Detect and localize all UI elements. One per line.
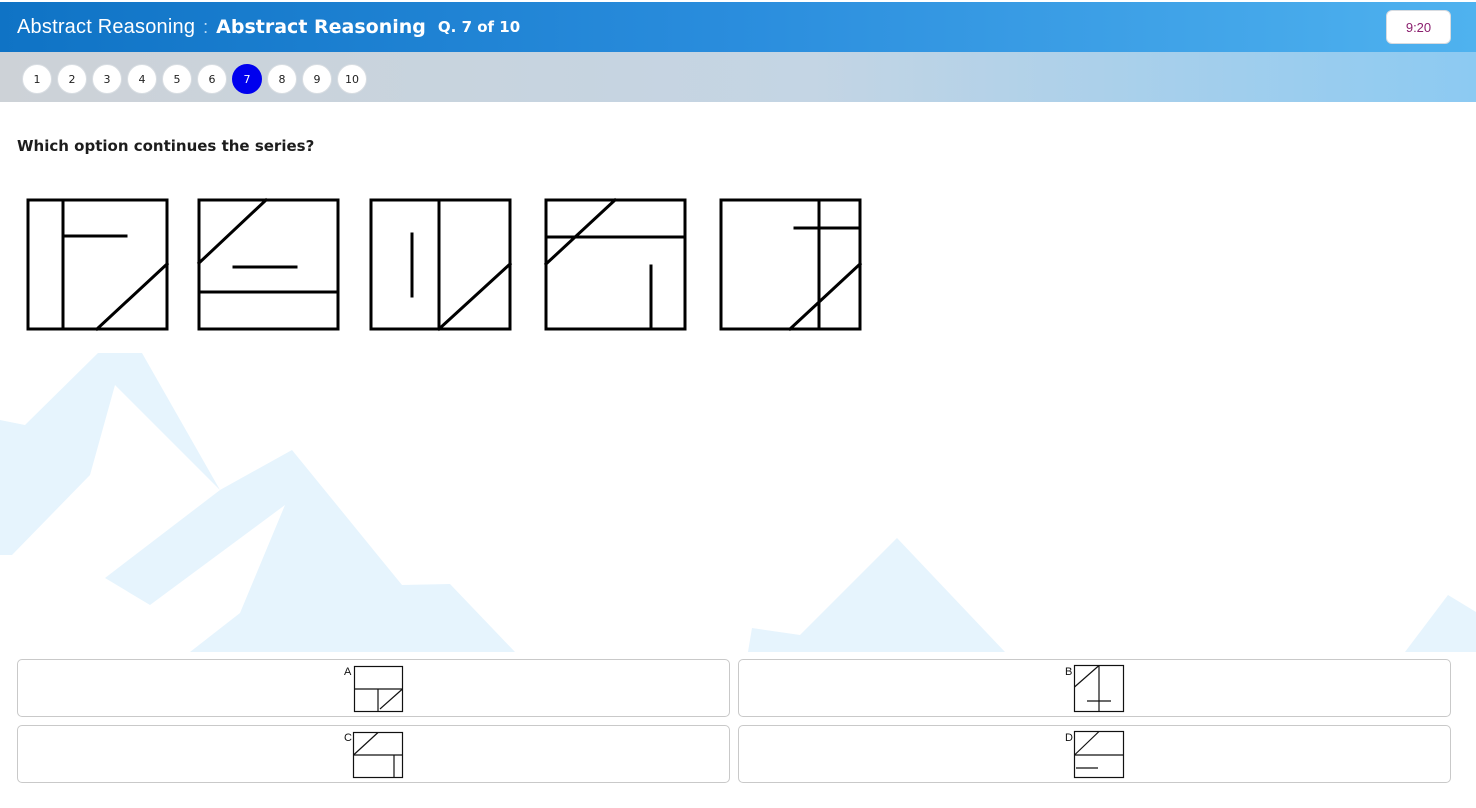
series-figure-3 [369, 198, 513, 332]
option-c-letter: C [344, 732, 352, 744]
question-nav-button-9[interactable]: 9 [302, 64, 332, 94]
series-figure-2 [196, 197, 340, 331]
page-title: Abstract Reasoning [216, 16, 426, 38]
option-d-button[interactable]: D [738, 725, 1451, 783]
series-figures [26, 197, 863, 332]
option-d-figure [1073, 730, 1125, 779]
title-separator: : [203, 16, 209, 37]
question-nav-button-10[interactable]: 10 [337, 64, 367, 94]
question-nav-button-8[interactable]: 8 [267, 64, 297, 94]
question-nav-button-4[interactable]: 4 [127, 64, 157, 94]
option-b-button[interactable]: B [738, 659, 1451, 717]
question-nav-button-1[interactable]: 1 [22, 64, 52, 94]
question-counter: Q. 7 of 10 [437, 18, 521, 36]
question-nav-button-2[interactable]: 2 [57, 64, 87, 94]
timer: 9:20 [1386, 10, 1451, 44]
question-text: Which option continues the series? [17, 137, 315, 155]
question-nav: 1 2 3 4 5 6 7 8 9 10 [0, 52, 1476, 102]
option-d-letter: D [1065, 732, 1073, 744]
mountain-background-icon [0, 353, 1476, 652]
subject-label: Abstract Reasoning [17, 15, 196, 38]
app-header: Abstract Reasoning : Abstract Reasoning … [0, 2, 1476, 52]
question-nav-button-3[interactable]: 3 [92, 64, 122, 94]
option-c-button[interactable]: C [17, 725, 730, 783]
question-nav-button-6[interactable]: 6 [197, 64, 227, 94]
option-a-letter: A [344, 666, 352, 678]
series-figure-4 [543, 197, 687, 331]
series-figure-1 [26, 198, 170, 332]
option-c-figure [352, 731, 404, 779]
option-b-figure [1073, 664, 1125, 713]
series-figure-5 [719, 198, 863, 332]
option-b-letter: B [1065, 666, 1073, 678]
option-a-figure [353, 665, 404, 713]
question-nav-button-7[interactable]: 7 [232, 64, 262, 94]
question-nav-button-5[interactable]: 5 [162, 64, 192, 94]
option-a-button[interactable]: A [17, 659, 730, 717]
